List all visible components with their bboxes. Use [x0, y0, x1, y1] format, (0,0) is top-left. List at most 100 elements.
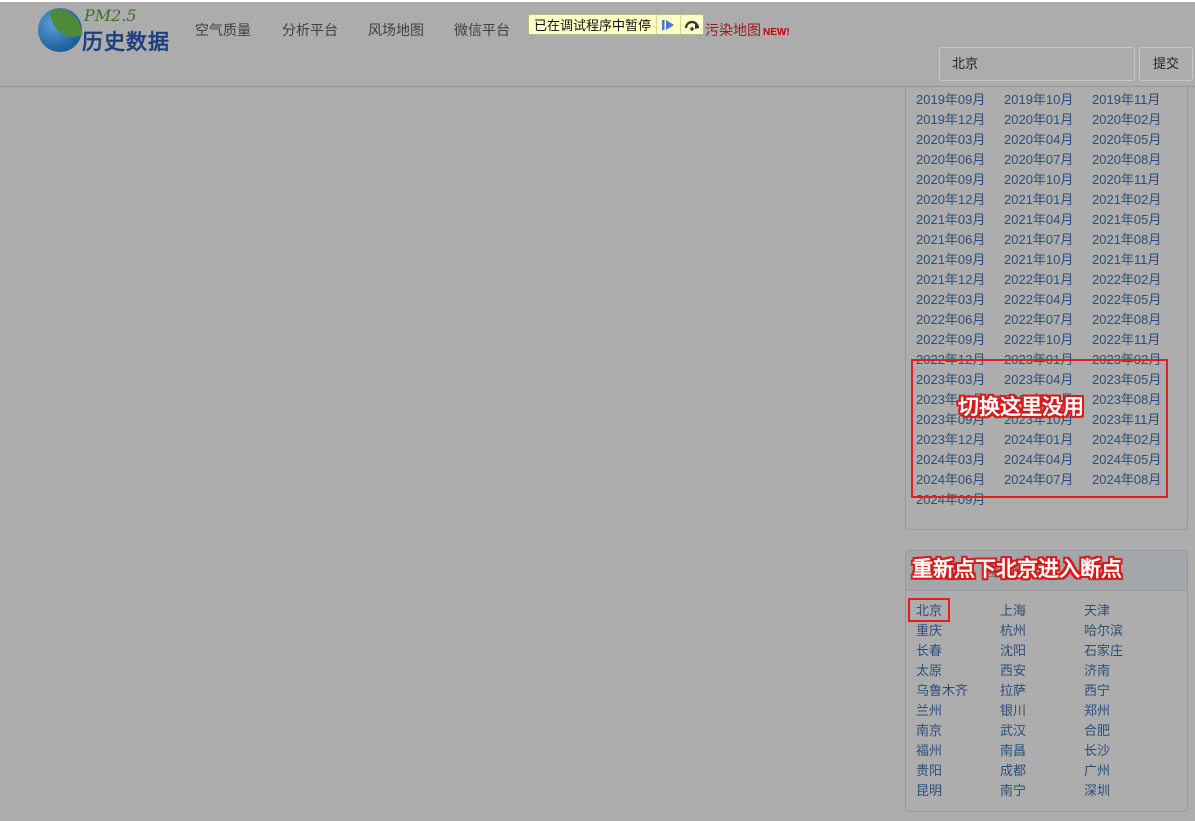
month-link[interactable]: 2023年03月: [916, 371, 1004, 391]
month-link[interactable]: 2021年12月: [916, 271, 1004, 291]
month-link[interactable]: 2022年09月: [916, 331, 1004, 351]
month-link[interactable]: 2019年12月: [916, 111, 1004, 131]
month-link[interactable]: 2021年02月: [1092, 191, 1180, 211]
month-link[interactable]: 2024年03月: [916, 451, 1004, 471]
logo-title: 历史数据: [82, 31, 170, 54]
month-link[interactable]: 2021年08月: [1092, 231, 1180, 251]
logo-pm-text: PM2.5: [84, 6, 137, 25]
month-link[interactable]: 2023年12月: [916, 431, 1004, 451]
city-link[interactable]: 上海: [1000, 601, 1084, 621]
city-link[interactable]: 兰州: [916, 701, 1000, 721]
month-link[interactable]: 2022年08月: [1092, 311, 1180, 331]
city-link[interactable]: 南宁: [1000, 781, 1084, 801]
nav-air-quality[interactable]: 空气质量: [195, 20, 251, 40]
month-link[interactable]: 2021年11月: [1092, 251, 1180, 271]
month-link[interactable]: 2023年04月: [1004, 371, 1092, 391]
city-link[interactable]: 南昌: [1000, 741, 1084, 761]
month-link[interactable]: 2022年03月: [916, 291, 1004, 311]
month-link[interactable]: 2023年08月: [1092, 391, 1180, 411]
month-link[interactable]: 2020年08月: [1092, 151, 1180, 171]
city-link[interactable]: 长春: [916, 641, 1000, 661]
city-link[interactable]: 拉萨: [1000, 681, 1084, 701]
city-link[interactable]: 重庆: [916, 621, 1000, 641]
city-link[interactable]: 哈尔滨: [1084, 621, 1168, 641]
city-link[interactable]: 天津: [1084, 601, 1168, 621]
month-link[interactable]: 2021年07月: [1004, 231, 1092, 251]
month-link[interactable]: 2024年06月: [916, 471, 1004, 491]
month-link[interactable]: 2021年05月: [1092, 211, 1180, 231]
month-link[interactable]: 2022年04月: [1004, 291, 1092, 311]
month-link[interactable]: 2020年06月: [916, 151, 1004, 171]
city-link[interactable]: 长沙: [1084, 741, 1168, 761]
month-link[interactable]: 2022年12月: [916, 351, 1004, 371]
site-logo[interactable]: PM2.5 历史数据: [38, 5, 174, 54]
month-link[interactable]: 2024年05月: [1092, 451, 1180, 471]
nav-pollution-map[interactable]: 污染地图 NEW!: [705, 20, 790, 40]
month-link[interactable]: 2022年06月: [916, 311, 1004, 331]
city-link[interactable]: 武汉: [1000, 721, 1084, 741]
nav-wechat[interactable]: 微信平台: [454, 20, 510, 40]
city-grid: 北京 上海 天津重庆 杭州 哈尔滨长春 沈阳 石家庄太原 西安 济南乌鲁木齐 拉萨 西宁兰州 银川 郑州…: [916, 601, 1168, 801]
city-link[interactable]: 合肥: [1084, 721, 1168, 741]
month-link[interactable]: 2020年10月: [1004, 171, 1092, 191]
city-link[interactable]: 郑州: [1084, 701, 1168, 721]
month-link[interactable]: 2024年09月: [916, 491, 1004, 511]
month-link[interactable]: 2024年04月: [1004, 451, 1092, 471]
month-link[interactable]: 2020年05月: [1092, 131, 1180, 151]
city-link[interactable]: 太原: [916, 661, 1000, 681]
city-link[interactable]: 昆明: [916, 781, 1000, 801]
month-link[interactable]: 2022年07月: [1004, 311, 1092, 331]
month-link[interactable]: 2022年10月: [1004, 331, 1092, 351]
month-link[interactable]: 2020年01月: [1004, 111, 1092, 131]
month-link[interactable]: 2021年10月: [1004, 251, 1092, 271]
nav-analysis[interactable]: 分析平台: [282, 20, 338, 40]
month-link[interactable]: 2022年01月: [1004, 271, 1092, 291]
resume-button[interactable]: [656, 15, 679, 34]
month-link[interactable]: 2020年09月: [916, 171, 1004, 191]
month-link[interactable]: 2023年11月: [1092, 411, 1180, 431]
month-link[interactable]: 2024年02月: [1092, 431, 1180, 451]
month-link[interactable]: 2020年07月: [1004, 151, 1092, 171]
city-link[interactable]: 南京: [916, 721, 1000, 741]
month-link[interactable]: 2024年08月: [1092, 471, 1180, 491]
month-link[interactable]: 2022年02月: [1092, 271, 1180, 291]
month-link[interactable]: 2020年11月: [1092, 171, 1180, 191]
nav-wind-map[interactable]: 风场地图: [368, 20, 424, 40]
month-link[interactable]: 2020年04月: [1004, 131, 1092, 151]
month-link[interactable]: 2020年03月: [916, 131, 1004, 151]
city-link[interactable]: 西安: [1000, 661, 1084, 681]
month-link[interactable]: 2024年01月: [1004, 431, 1092, 451]
month-link[interactable]: 2024年07月: [1004, 471, 1092, 491]
city-link[interactable]: 成都: [1000, 761, 1084, 781]
month-link[interactable]: 2022年05月: [1092, 291, 1180, 311]
month-link[interactable]: 2021年06月: [916, 231, 1004, 251]
month-link[interactable]: 2020年12月: [916, 191, 1004, 211]
city-link[interactable]: 北京: [916, 601, 1000, 621]
city-link[interactable]: 广州: [1084, 761, 1168, 781]
month-link[interactable]: 2023年02月: [1092, 351, 1180, 371]
city-link[interactable]: 银川: [1000, 701, 1084, 721]
month-link[interactable]: 2021年04月: [1004, 211, 1092, 231]
month-link[interactable]: 2021年09月: [916, 251, 1004, 271]
city-link[interactable]: 石家庄: [1084, 641, 1168, 661]
city-link[interactable]: 杭州: [1000, 621, 1084, 641]
city-link[interactable]: 沈阳: [1000, 641, 1084, 661]
city-search-input[interactable]: 北京: [939, 47, 1135, 81]
city-link[interactable]: 乌鲁木齐: [916, 681, 1000, 701]
city-link[interactable]: 深圳: [1084, 781, 1168, 801]
month-link[interactable]: 2020年02月: [1092, 111, 1180, 131]
month-link[interactable]: 2019年11月: [1092, 91, 1180, 111]
month-link[interactable]: 2021年03月: [916, 211, 1004, 231]
step-over-button[interactable]: [679, 15, 703, 34]
city-link[interactable]: 济南: [1084, 661, 1168, 681]
month-link[interactable]: 2023年05月: [1092, 371, 1180, 391]
city-link[interactable]: 西宁: [1084, 681, 1168, 701]
month-link[interactable]: 2022年11月: [1092, 331, 1180, 351]
city-link[interactable]: 福州: [916, 741, 1000, 761]
month-link[interactable]: 2021年01月: [1004, 191, 1092, 211]
month-link[interactable]: 2023年01月: [1004, 351, 1092, 371]
city-link[interactable]: 贵阳: [916, 761, 1000, 781]
submit-button[interactable]: 提交: [1139, 47, 1193, 81]
month-link[interactable]: 2019年10月: [1004, 91, 1092, 111]
month-link[interactable]: 2019年09月: [916, 91, 1004, 111]
